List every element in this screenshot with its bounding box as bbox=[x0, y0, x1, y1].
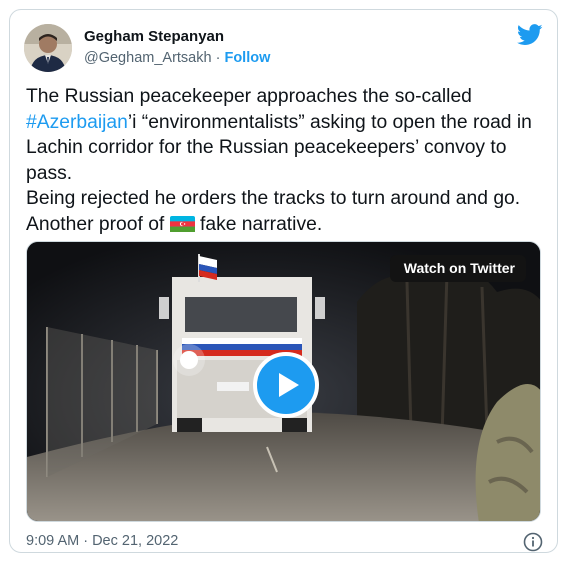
tweet-text-start: The Russian peacekeeper approaches the s… bbox=[26, 86, 472, 107]
timestamp[interactable]: 9:09 AM · Dec 21, 2022 bbox=[26, 533, 178, 549]
tweet-text-end: fake narrative. bbox=[194, 213, 323, 235]
play-button[interactable] bbox=[253, 352, 319, 418]
hashtag-link[interactable]: #Azerbaijan bbox=[26, 112, 128, 133]
follow-button[interactable]: Follow bbox=[224, 50, 270, 66]
video-player[interactable]: Watch on Twitter bbox=[26, 241, 541, 522]
tweet-text: The Russian peacekeeper approaches the s… bbox=[26, 84, 550, 237]
twitter-bird-icon[interactable] bbox=[517, 24, 543, 46]
author-handle-row: @Gegham_Artsakh · Follow bbox=[84, 50, 270, 66]
info-icon[interactable] bbox=[523, 532, 543, 552]
author-name[interactable]: Gegham Stepanyan bbox=[84, 28, 224, 45]
separator-dot: · bbox=[215, 50, 221, 66]
play-icon bbox=[279, 373, 299, 397]
watch-on-twitter-button[interactable]: Watch on Twitter bbox=[389, 255, 526, 282]
azerbaijan-flag-emoji bbox=[169, 215, 195, 232]
avatar[interactable] bbox=[24, 24, 72, 72]
author-handle[interactable]: @Gegham_Artsakh bbox=[84, 50, 212, 66]
tweet-card: Gegham Stepanyan @Gegham_Artsakh · Follo… bbox=[9, 9, 558, 553]
